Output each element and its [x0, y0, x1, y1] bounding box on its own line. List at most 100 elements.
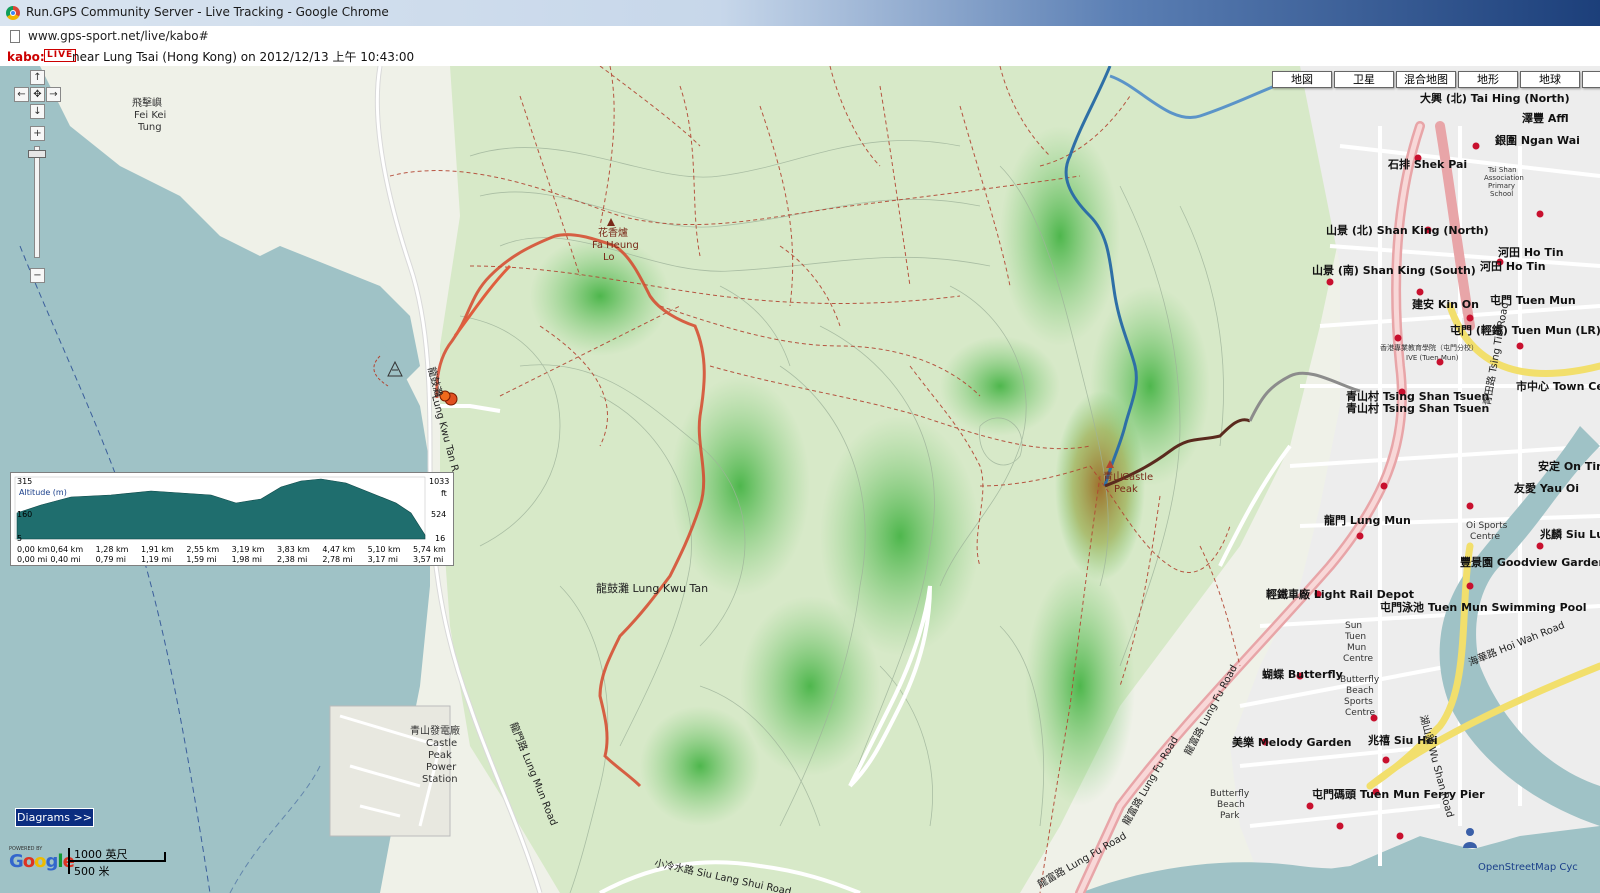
alt-mi-label: 1,59 mi: [186, 555, 216, 564]
location-text: near Lung Tsai (Hong Kong) on 2012/12/13…: [72, 50, 415, 64]
zoom-out-button[interactable]: −: [30, 268, 45, 283]
svg-text:安定 On Tin: 安定 On Tin: [1538, 459, 1600, 473]
svg-text:石排 Shek Pai: 石排 Shek Pai: [1387, 157, 1467, 171]
svg-text:豐景園 Goodview Garden: 豐景園 Goodview Garden: [1460, 555, 1600, 569]
alt-mi-label: 0,00 mi: [17, 555, 47, 564]
address-bar[interactable]: www.gps-sport.net/live/kabo#: [0, 26, 1600, 49]
svg-text:Mun: Mun: [1347, 643, 1366, 653]
svg-text:Peak: Peak: [428, 750, 452, 761]
svg-text:Butterfly: Butterfly: [1210, 789, 1250, 799]
alt-km-label: 4,47 km: [322, 545, 355, 554]
alt-mi-label: 0,79 mi: [96, 555, 126, 564]
alt-right-bottom: 16: [435, 534, 445, 543]
svg-text:School: School: [1490, 190, 1513, 198]
google-wordmark: Google: [9, 851, 75, 872]
alt-right-top: 1033: [429, 477, 449, 486]
map-canvas[interactable]: 飛擊嶼 Fei Kei Tung 花香爐 Fa Heung Lo 龍鼓灘 Lun…: [0, 66, 1600, 893]
svg-text:澤豐 Affl: 澤豐 Affl: [1522, 111, 1569, 125]
pan-down-button[interactable]: ↓: [30, 104, 45, 119]
diagrams-button[interactable]: Diagrams >>: [15, 808, 94, 827]
svg-text:Fei Kei: Fei Kei: [134, 110, 166, 121]
browser-title-bar: Run.GPS Community Server - Live Tracking…: [0, 0, 1600, 27]
svg-text:Park: Park: [1220, 811, 1240, 821]
alt-right-mid: 524: [431, 510, 446, 519]
alt-mi-label: 1,19 mi: [141, 555, 171, 564]
svg-text:龍鼓灘 Lung Kwu Tan: 龍鼓灘 Lung Kwu Tan: [596, 581, 708, 595]
svg-text:Centre: Centre: [1470, 532, 1501, 542]
alt-right-unit: ft: [441, 489, 447, 498]
zoom-slider-handle[interactable]: [28, 150, 46, 158]
alt-label-top: 315: [17, 477, 32, 486]
svg-text:Station: Station: [422, 774, 458, 785]
svg-text:飛擊嶼: 飛擊嶼: [132, 96, 162, 109]
map-type-button-1[interactable]: 卫星: [1334, 71, 1394, 88]
svg-text:Beach: Beach: [1217, 800, 1245, 810]
alt-km-label: 1,28 km: [96, 545, 129, 554]
alt-label-mid: 160: [17, 510, 32, 519]
svg-text:Centre: Centre: [1345, 708, 1376, 718]
pan-up-button[interactable]: ↑: [30, 70, 45, 85]
svg-text:蝴蝶 Butterfly: 蝴蝶 Butterfly: [1262, 667, 1343, 681]
svg-text:Castle: Castle: [426, 738, 457, 749]
svg-text:大興 (北) Tai Hing (North): 大興 (北) Tai Hing (North): [1420, 91, 1570, 105]
pan-right-button[interactable]: →: [46, 87, 61, 102]
map-type-button-3[interactable]: 地形: [1458, 71, 1518, 88]
svg-text:Fa Heung: Fa Heung: [592, 240, 639, 251]
svg-text:Tung: Tung: [137, 122, 162, 133]
altitude-profile-panel[interactable]: 315 Altitude (m) 160 5 1033 ft 524 16 0,…: [10, 472, 454, 566]
zoom-slider-track[interactable]: [34, 146, 40, 258]
alt-title: Altitude (m): [19, 488, 67, 497]
pan-left-button[interactable]: ←: [14, 87, 29, 102]
alt-mi-label: 2,78 mi: [322, 555, 352, 564]
svg-text:Peak: Peak: [1114, 484, 1138, 495]
map-type-button-5[interactable]: OSI: [1582, 71, 1600, 88]
alt-km-label: 0,00 km: [17, 545, 50, 554]
map-type-button-0[interactable]: 地図: [1272, 71, 1332, 88]
svg-text:友愛 Yau Oi: 友愛 Yau Oi: [1514, 481, 1579, 495]
svg-text:銀圍 Ngan Wai: 銀圍 Ngan Wai: [1495, 133, 1580, 147]
chrome-logo-icon: [6, 6, 20, 20]
google-logo[interactable]: POWERED BY Google: [9, 846, 75, 876]
svg-text:Lo: Lo: [603, 252, 615, 263]
map-attribution[interactable]: OpenStreetMap Cyc: [1478, 862, 1578, 873]
alt-km-label: 3,83 km: [277, 545, 310, 554]
svg-text:青山村 Tsing Shan Tsuen: 青山村 Tsing Shan Tsuen: [1346, 389, 1489, 403]
svg-text:Tsi Shan: Tsi Shan: [1487, 166, 1517, 174]
alt-km-label: 1,91 km: [141, 545, 174, 554]
svg-text:屯門碼頭 Tuen Mun Ferry Pier: 屯門碼頭 Tuen Mun Ferry Pier: [1312, 787, 1485, 801]
alt-km-label: 0,64 km: [50, 545, 83, 554]
svg-text:Centre: Centre: [1343, 654, 1374, 664]
altitude-chart: 315 Altitude (m) 160 5 1033 ft 524 16 0,…: [14, 476, 449, 564]
tracked-user[interactable]: kabo:: [7, 48, 45, 66]
scale-meters: 500 米: [74, 865, 110, 878]
svg-text:青山村 Tsing Shan Tsuen: 青山村 Tsing Shan Tsuen: [1346, 401, 1489, 415]
svg-text:Sun: Sun: [1345, 621, 1362, 631]
alt-km-label: 3,19 km: [232, 545, 265, 554]
svg-text:屯門泳池 Tuen Mun Swimming Pool: 屯門泳池 Tuen Mun Swimming Pool: [1380, 600, 1587, 614]
svg-text:Castle: Castle: [1122, 472, 1153, 483]
url-text[interactable]: www.gps-sport.net/live/kabo#: [28, 29, 209, 43]
alt-km-label: 5,74 km: [413, 545, 446, 554]
map-navigation-control: ↑ ← ✥ → ↓ + −: [14, 70, 66, 290]
alt-mi-label: 3,57 mi: [413, 555, 443, 564]
map-type-button-4[interactable]: 地球: [1520, 71, 1580, 88]
pan-center-button[interactable]: ✥: [30, 87, 45, 102]
svg-text:Oi Sports: Oi Sports: [1466, 521, 1508, 531]
svg-text:Association: Association: [1484, 174, 1524, 182]
svg-text:屯門 (輕鐵) Tuen Mun (LR): 屯門 (輕鐵) Tuen Mun (LR): [1450, 323, 1600, 337]
svg-text:Tuen: Tuen: [1344, 632, 1366, 642]
alt-km-label: 5,10 km: [368, 545, 401, 554]
tracking-status-line: kabo: LIVE near Lung Tsai (Hong Kong) on…: [0, 48, 1600, 67]
svg-text:市中心 Town Ce: 市中心 Town Ce: [1516, 379, 1600, 393]
svg-text:Butterfly: Butterfly: [1340, 675, 1380, 685]
page-icon: [10, 30, 20, 43]
zoom-in-button[interactable]: +: [30, 126, 45, 141]
scale-feet: 1000 英尺: [74, 848, 128, 861]
svg-text:山景 (北) Shan King (North): 山景 (北) Shan King (North): [1326, 223, 1489, 237]
alt-mi-label: 1,98 mi: [232, 555, 262, 564]
svg-text:IVE (Tuen Mun): IVE (Tuen Mun): [1406, 354, 1459, 362]
alt-label-bottom: 5: [17, 534, 22, 543]
map-type-button-2[interactable]: 混合地图: [1396, 71, 1456, 88]
alt-mi-label: 3,17 mi: [368, 555, 398, 564]
map-scale: 1000 英尺 500 米: [68, 846, 168, 878]
